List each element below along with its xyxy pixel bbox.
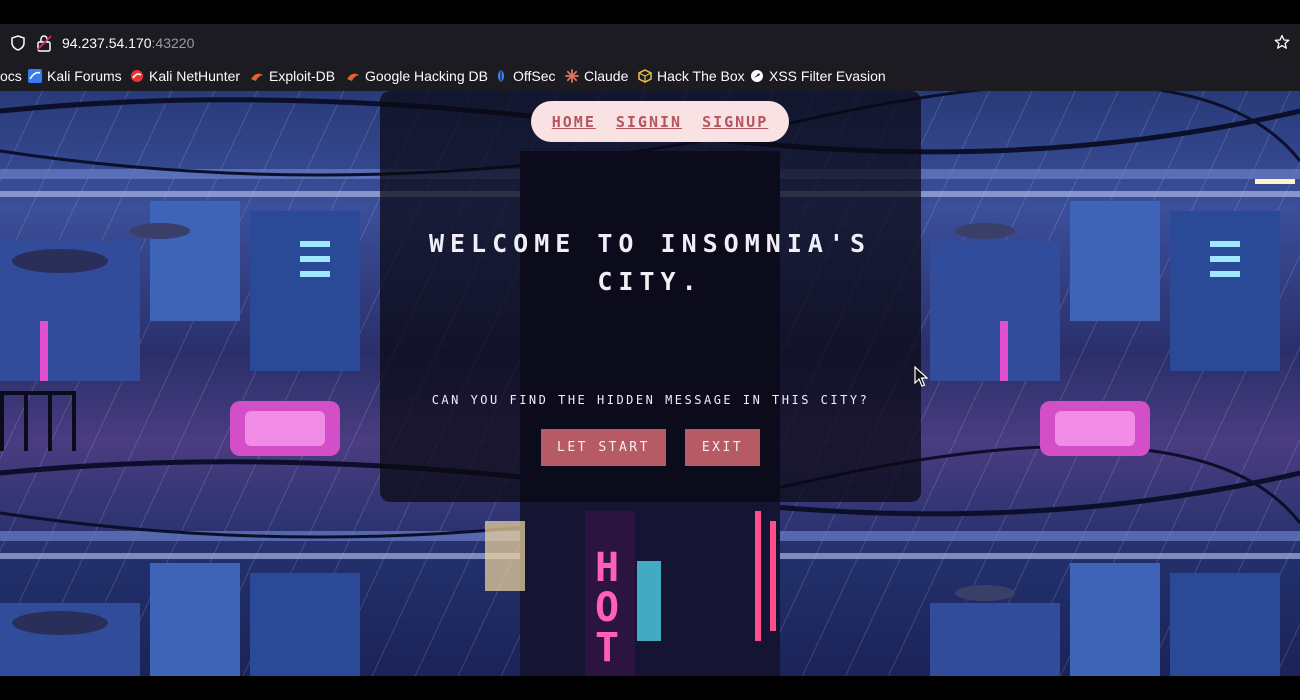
hidden-message-question: CAN YOU FIND THE HIDDEN MESSAGE IN THIS … [431, 393, 870, 407]
xss-icon [750, 69, 764, 83]
nav-signin-link[interactable]: SIGNIN [616, 113, 682, 131]
kali-forums-icon [28, 69, 42, 83]
page-title: WELCOME TO INSOMNIA'S CITY. [428, 229, 872, 296]
bookmark-kali-forums[interactable]: Kali Forums [28, 68, 122, 84]
url-text[interactable]: 94.237.54.170:43220 [62, 35, 194, 51]
bookmark-hack-the-box[interactable]: Hack The Box [638, 68, 745, 84]
bookmark-xss-filter-evasion[interactable]: XSS Filter Evasion [750, 68, 886, 84]
top-nav: HOME SIGNIN SIGNUP [531, 101, 789, 142]
exit-button[interactable]: EXIT [685, 429, 760, 466]
bookmark-claude[interactable]: Claude [565, 68, 628, 84]
bookmark-label: ocs [0, 68, 22, 84]
bookmark-offsec[interactable]: OffSec [494, 68, 556, 84]
exploit-db-icon [250, 69, 264, 83]
bookmarks-toolbar: ocs Kali Forums Kali NetHunter Exploit-D… [0, 62, 1300, 91]
bookmark-label: Claude [584, 68, 629, 84]
claude-icon [565, 69, 579, 83]
mouse-cursor-icon [914, 365, 929, 392]
window-top-strip [0, 0, 1300, 24]
bookmark-kali-nethunter[interactable]: Kali NetHunter [130, 68, 240, 84]
insecure-lock-icon[interactable] [36, 34, 52, 56]
bookmark-label: Kali NetHunter [149, 68, 241, 84]
nav-signup-link[interactable]: SIGNUP [702, 113, 768, 131]
htb-icon [638, 69, 652, 83]
bookmark-label: Exploit-DB [269, 68, 336, 84]
address-bar[interactable]: 94.237.54.170:43220 [0, 24, 1300, 62]
bookmark-exploit-db[interactable]: Exploit-DB [250, 68, 335, 84]
svg-text:T: T [595, 625, 619, 671]
ghdb-icon [346, 69, 360, 83]
let-start-button[interactable]: LET START [541, 429, 666, 466]
kali-nethunter-icon [130, 69, 144, 83]
bookmark-docs[interactable]: ocs [0, 68, 22, 84]
bookmark-label: XSS Filter Evasion [769, 68, 886, 84]
window-bottom-strip [0, 676, 1300, 700]
url-host: 94.237.54.170 [62, 35, 152, 51]
bookmark-google-hacking-db[interactable]: Google Hacking DB [346, 68, 488, 84]
bookmark-label: Hack The Box [657, 68, 745, 84]
offsec-icon [494, 69, 508, 83]
shield-icon[interactable] [11, 35, 25, 55]
bookmark-label: Kali Forums [47, 68, 122, 84]
url-port: :43220 [151, 35, 195, 51]
bookmark-label: OffSec [513, 68, 556, 84]
nav-home-link[interactable]: HOME [552, 113, 596, 131]
bookmark-star-icon[interactable] [1274, 34, 1290, 54]
bookmark-label: Google Hacking DB [365, 68, 488, 84]
